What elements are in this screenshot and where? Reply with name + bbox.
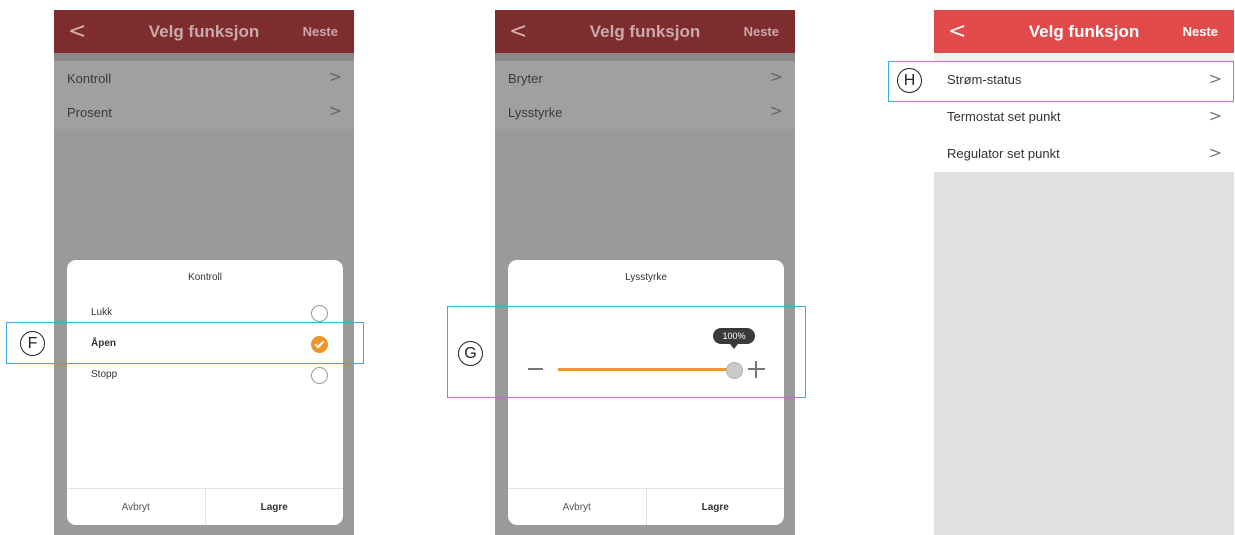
marker-g: G	[458, 341, 483, 366]
callout-box-h	[888, 61, 1234, 102]
marker-f: F	[20, 331, 45, 356]
phone-screen-g: < Velg funksjon Neste Bryter > Lysstyrke…	[495, 10, 795, 535]
option-stopp[interactable]: Stopp	[91, 367, 331, 389]
sheet-footer: Avbryt Lagre	[508, 488, 784, 525]
function-list: Kontroll > Prosent >	[54, 61, 354, 129]
list-item-label: Kontroll	[67, 70, 112, 86]
back-chevron-icon[interactable]: <	[68, 19, 86, 44]
next-button[interactable]: Neste	[303, 24, 338, 39]
next-button[interactable]: Neste	[1183, 24, 1218, 39]
chevron-right-icon: >	[1208, 143, 1222, 162]
callout-box-f	[6, 322, 364, 364]
header-title: Velg funksjon	[1028, 21, 1140, 41]
chevron-right-icon: >	[328, 101, 342, 120]
chevron-right-icon: >	[769, 101, 783, 120]
list-item-label: Prosent	[67, 104, 112, 120]
app-header: < Velg funksjon Neste	[934, 10, 1234, 53]
cancel-button[interactable]: Avbryt	[508, 489, 646, 525]
back-chevron-icon[interactable]: <	[509, 19, 527, 44]
next-button[interactable]: Neste	[744, 24, 779, 39]
chevron-right-icon: >	[328, 67, 342, 86]
list-item[interactable]: Prosent >	[54, 95, 354, 129]
chevron-right-icon: >	[1208, 106, 1222, 125]
save-button[interactable]: Lagre	[204, 489, 344, 525]
sheet-title: Kontroll	[188, 272, 222, 283]
function-list: Bryter > Lysstyrke >	[495, 61, 795, 129]
radio-button[interactable]	[311, 305, 328, 322]
callout-box-g	[447, 306, 806, 398]
list-item-label: Bryter	[508, 70, 543, 86]
cancel-button[interactable]: Avbryt	[67, 489, 205, 525]
sheet-footer: Avbryt Lagre	[67, 488, 343, 525]
list-item-label: Regulator set punkt	[947, 146, 1060, 161]
phone-screen-f: < Velg funksjon Neste Kontroll > Prosent…	[54, 10, 354, 535]
option-label: Stopp	[91, 369, 118, 380]
header-divider	[934, 53, 1234, 61]
list-item[interactable]: Termostat set punkt >	[934, 98, 1234, 135]
chevron-right-icon: >	[769, 67, 783, 86]
control-sheet: Kontroll Lukk Åpen Stopp Avbryt Lagre	[67, 260, 343, 525]
header-title: Velg funksjon	[148, 21, 260, 41]
save-button[interactable]: Lagre	[645, 489, 785, 525]
back-chevron-icon[interactable]: <	[948, 19, 966, 44]
marker-h: H	[897, 68, 922, 93]
list-item[interactable]: Kontroll >	[54, 61, 354, 95]
app-header: < Velg funksjon Neste	[495, 10, 795, 53]
header-divider	[495, 53, 795, 61]
list-item[interactable]: Lysstyrke >	[495, 95, 795, 129]
app-header: < Velg funksjon Neste	[54, 10, 354, 53]
option-label: Lukk	[91, 307, 113, 318]
radio-button[interactable]	[311, 367, 328, 384]
header-divider	[54, 53, 354, 61]
list-item[interactable]: Regulator set punkt >	[934, 135, 1234, 172]
list-item-label: Lysstyrke	[508, 104, 563, 120]
sheet-title: Lysstyrke	[625, 272, 667, 283]
list-item-label: Termostat set punkt	[947, 109, 1061, 124]
header-title: Velg funksjon	[589, 21, 701, 41]
list-item[interactable]: Bryter >	[495, 61, 795, 95]
